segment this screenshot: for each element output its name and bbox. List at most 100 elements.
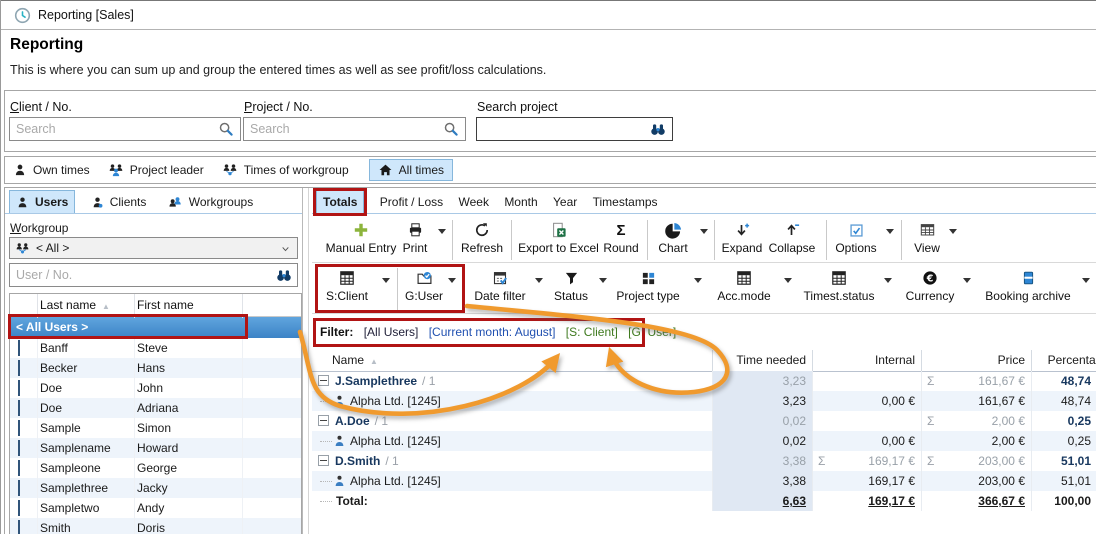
column-header-internal[interactable]: Internal: [813, 350, 922, 372]
list-item[interactable]: BanffSteve: [10, 338, 301, 358]
status-dropdown-caret[interactable]: [599, 278, 607, 283]
tree-connector: [320, 480, 332, 482]
list-item[interactable]: BeckerHans: [10, 358, 301, 378]
report-row-child[interactable]: Alpha Ltd. [1245] 3,38 169,17 € 203,00 €…: [312, 471, 1096, 491]
column-header-name[interactable]: Name▲: [312, 350, 713, 372]
chart-dropdown-caret[interactable]: [700, 229, 708, 234]
sidebar-tab-users[interactable]: Users: [9, 190, 75, 214]
report-row-total[interactable]: Total: 6,63 169,17 € 366,67 € 100,00: [312, 491, 1096, 511]
client-search-input[interactable]: [9, 117, 241, 141]
report-row-parent[interactable]: J.Samplethree/ 1 3,23 Σ161,67 € 48,74: [312, 371, 1096, 391]
report-row-child[interactable]: Alpha Ltd. [1245] 0,02 0,00 € 2,00 € 0,2…: [312, 431, 1096, 451]
scope-tab-bar: Own times Project leader Times of workgr…: [4, 156, 1096, 184]
project-search-input[interactable]: [243, 117, 466, 141]
report-row-child[interactable]: Alpha Ltd. [1245] 3,23 0,00 € 161,67 € 4…: [312, 391, 1096, 411]
list-item[interactable]: SamplethreeJacky: [10, 478, 301, 498]
filter-month-value[interactable]: [Current month: August]: [429, 325, 556, 339]
user-search-input[interactable]: [9, 263, 298, 287]
collapse-expander-icon[interactable]: [318, 455, 329, 466]
sidebar-tab-underline: [5, 213, 302, 214]
filter-users-value[interactable]: [All Users]: [364, 325, 419, 339]
view-dropdown-caret[interactable]: [949, 229, 957, 234]
acc-mode-button[interactable]: Acc.mode: [712, 269, 776, 303]
refresh-button[interactable]: Refresh: [458, 221, 506, 255]
date-filter-button[interactable]: Date filter: [468, 269, 532, 303]
sidebar-tab-workgroups[interactable]: Workgroups: [162, 191, 259, 213]
collapse-button[interactable]: Collapse: [764, 221, 820, 255]
expand-button[interactable]: Expand: [718, 221, 766, 255]
list-item[interactable]: SampleoneGeorge: [10, 458, 301, 478]
checkbox[interactable]: [18, 460, 20, 476]
report-row-parent[interactable]: A.Doe/ 1 0,02 Σ2,00 € 0,25: [312, 411, 1096, 431]
search-project-input[interactable]: [476, 117, 673, 141]
checkbox[interactable]: [18, 340, 20, 356]
group-user-button[interactable]: G:User: [402, 269, 446, 303]
workgroup-dropdown[interactable]: < All >: [9, 237, 298, 259]
tab-project-leader[interactable]: Project leader: [108, 163, 204, 177]
round-button[interactable]: Σ Round: [600, 221, 642, 255]
checkbox[interactable]: [18, 520, 20, 534]
project-type-dropdown-caret[interactable]: [694, 278, 702, 283]
tab-times-of-workgroup[interactable]: Times of workgroup: [222, 163, 349, 177]
checkbox[interactable]: [18, 400, 20, 416]
sort-client-dropdown-caret[interactable]: [382, 278, 390, 283]
tab-totals[interactable]: Totals: [316, 190, 364, 214]
manual-entry-button[interactable]: Manual Entry: [321, 221, 401, 255]
timest-status-dropdown-caret[interactable]: [884, 278, 892, 283]
checkbox[interactable]: [18, 420, 20, 436]
tab-own-times[interactable]: Own times: [13, 163, 90, 177]
tab-timestamps[interactable]: Timestamps: [587, 191, 664, 213]
filter-group-value[interactable]: [G: User]: [628, 325, 676, 339]
search-icon: [443, 121, 459, 137]
print-dropdown-caret[interactable]: [438, 229, 446, 234]
tab-profit-loss[interactable]: Profit / Loss: [374, 191, 449, 213]
list-item-all-users[interactable]: < All Users >: [10, 317, 301, 338]
tab-year[interactable]: Year: [547, 191, 583, 213]
sidebar-tab-clients[interactable]: Clients: [85, 191, 153, 213]
report-row-parent[interactable]: D.Smith/ 1 3,38 Σ169,17 € Σ203,00 € 51,0…: [312, 451, 1096, 471]
panel-splitter[interactable]: [302, 188, 303, 534]
filter-sort-value[interactable]: [S: Client]: [566, 325, 618, 339]
tab-month[interactable]: Month: [498, 191, 543, 213]
date-filter-dropdown-caret[interactable]: [535, 278, 543, 283]
tab-week[interactable]: Week: [453, 191, 495, 213]
app-window: Reporting [Sales] Reporting This is wher…: [0, 0, 1096, 534]
column-header-first-name[interactable]: First name: [135, 294, 243, 318]
sort-client-button[interactable]: S:Client: [322, 269, 372, 303]
booking-archive-button[interactable]: Booking archive: [978, 269, 1078, 303]
timest-status-button[interactable]: Timest.status: [799, 269, 879, 303]
list-item[interactable]: SamplenameHoward: [10, 438, 301, 458]
checkbox[interactable]: [18, 360, 20, 376]
list-item[interactable]: DoeJohn: [10, 378, 301, 398]
currency-dropdown-caret[interactable]: [963, 278, 971, 283]
checkbox[interactable]: [18, 440, 20, 456]
group-user-dropdown-caret[interactable]: [448, 278, 456, 283]
list-item[interactable]: SampletwoAndy: [10, 498, 301, 518]
booking-archive-dropdown-caret[interactable]: [1082, 278, 1090, 283]
collapse-expander-icon[interactable]: [318, 375, 329, 386]
options-button[interactable]: Options: [832, 221, 880, 255]
view-button[interactable]: View: [907, 221, 947, 255]
list-item[interactable]: SmithDoris: [10, 518, 301, 534]
export-to-excel-button[interactable]: Export to Excel: [516, 221, 601, 255]
expand-icon: [734, 221, 751, 239]
list-item[interactable]: SampleSimon: [10, 418, 301, 438]
tab-all-times[interactable]: All times: [369, 159, 453, 181]
euro-icon: €: [922, 269, 938, 287]
column-header-time-needed[interactable]: Time needed: [713, 350, 813, 372]
print-button[interactable]: Print: [395, 221, 435, 255]
collapse-expander-icon[interactable]: [318, 415, 329, 426]
acc-mode-dropdown-caret[interactable]: [784, 278, 792, 283]
checkbox[interactable]: [18, 480, 20, 496]
column-header-last-name[interactable]: Last name▲: [38, 294, 135, 318]
checkbox[interactable]: [18, 380, 20, 396]
currency-button[interactable]: € Currency: [902, 269, 958, 303]
chart-button[interactable]: Chart: [652, 221, 694, 255]
list-item[interactable]: DoeAdriana: [10, 398, 301, 418]
status-button[interactable]: Status: [548, 269, 594, 303]
checkbox[interactable]: [18, 500, 20, 516]
project-type-button[interactable]: Project type: [613, 269, 683, 303]
column-header-percentage[interactable]: Percentage: [1032, 350, 1096, 372]
column-header-price[interactable]: Price: [922, 350, 1032, 372]
options-dropdown-caret[interactable]: [886, 229, 894, 234]
